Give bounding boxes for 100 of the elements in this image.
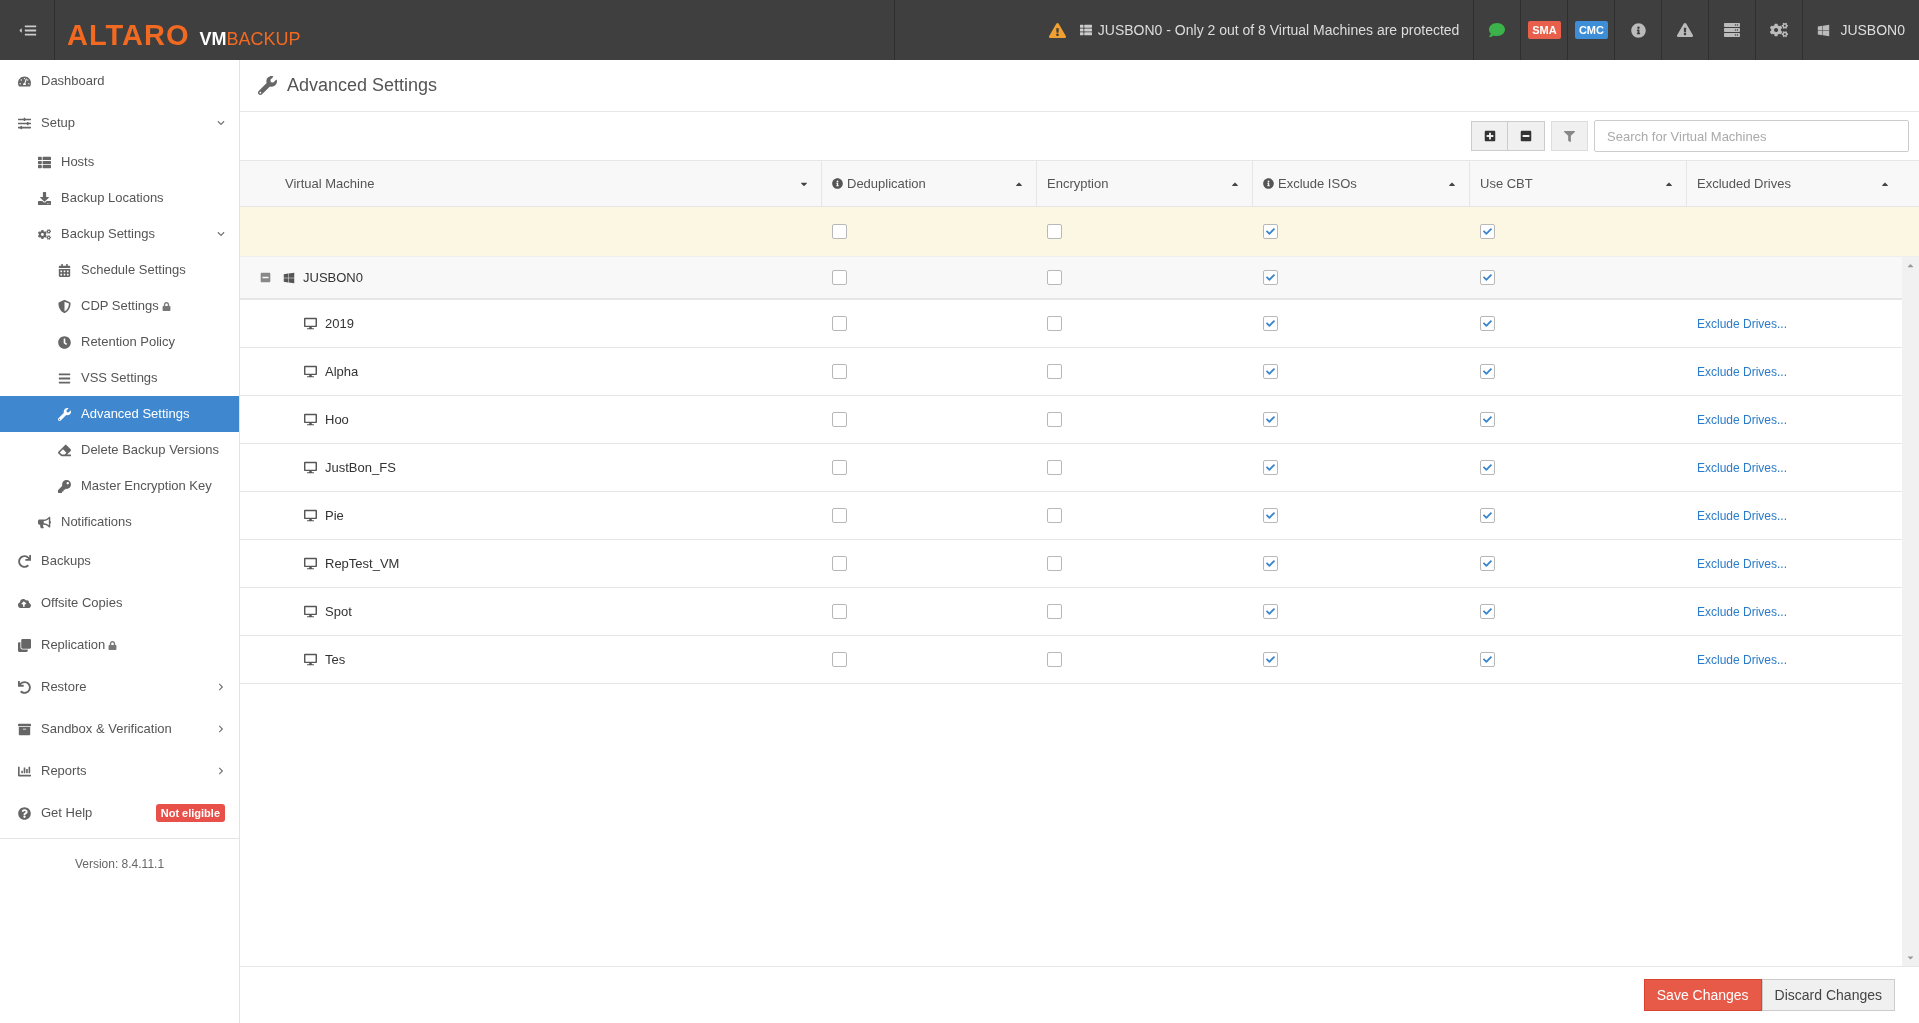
sidebar-item[interactable]: Replication: [0, 624, 239, 666]
checkbox[interactable]: [1480, 556, 1495, 571]
scroll-up-icon[interactable]: [1906, 261, 1915, 270]
sidebar-item[interactable]: Retention Policy: [0, 324, 239, 360]
checkbox[interactable]: [1480, 460, 1495, 475]
exclude-drives-link[interactable]: Exclude Drives...: [1697, 602, 1788, 621]
checkbox[interactable]: [1263, 652, 1278, 667]
checkbox[interactable]: [832, 604, 847, 619]
download-icon: [38, 191, 51, 205]
checkbox[interactable]: [1480, 224, 1495, 239]
column-header[interactable]: Exclude ISOs: [1253, 161, 1470, 206]
user-button[interactable]: JUSBON0: [1802, 0, 1919, 60]
save-button[interactable]: Save Changes: [1643, 979, 1762, 1011]
collapse-icon[interactable]: [260, 272, 271, 283]
discard-button[interactable]: Discard Changes: [1761, 979, 1895, 1011]
exclude-drives-link[interactable]: Exclude Drives...: [1697, 410, 1788, 429]
page-title: Advanced Settings: [287, 74, 438, 97]
checkbox[interactable]: [1047, 460, 1062, 475]
checkbox[interactable]: [1263, 412, 1278, 427]
sidebar-item[interactable]: Get Help Not eligible: [0, 792, 239, 834]
check-icon: [1266, 227, 1275, 236]
checkbox[interactable]: [1263, 316, 1278, 331]
checkbox[interactable]: [1047, 556, 1062, 571]
sidebar-item[interactable]: Reports: [0, 750, 239, 792]
checkbox[interactable]: [1263, 508, 1278, 523]
sidebar-item[interactable]: VSS Settings: [0, 360, 239, 396]
sidebar-item[interactable]: Restore: [0, 666, 239, 708]
checkbox[interactable]: [832, 508, 847, 523]
checkbox[interactable]: [1263, 556, 1278, 571]
check-icon: [1483, 319, 1492, 328]
sidebar-item[interactable]: Advanced Settings: [0, 396, 239, 432]
info-icon: [1630, 22, 1646, 38]
exclude-drives-link[interactable]: Exclude Drives...: [1697, 314, 1788, 333]
checkbox[interactable]: [1047, 412, 1062, 427]
checkbox[interactable]: [832, 316, 847, 331]
checkbox[interactable]: [832, 364, 847, 379]
checkbox[interactable]: [1047, 604, 1062, 619]
sidebar-item[interactable]: Delete Backup Versions: [0, 432, 239, 468]
column-header[interactable]: Deduplication: [822, 161, 1037, 206]
checkbox[interactable]: [1263, 270, 1278, 285]
checkbox[interactable]: [1480, 652, 1495, 667]
alert-message[interactable]: JUSBON0 - Only 2 out of 8 Virtual Machines are protected: [1097, 19, 1460, 41]
column-header[interactable]: Excluded Drives: [1687, 161, 1902, 206]
checkbox[interactable]: [1047, 652, 1062, 667]
sidebar-item[interactable]: Backup Locations: [0, 180, 239, 216]
checkbox[interactable]: [832, 460, 847, 475]
checkbox[interactable]: [1047, 316, 1062, 331]
sidebar-item[interactable]: CDP Settings: [0, 288, 239, 324]
wrench-icon: [258, 76, 277, 95]
search-field[interactable]: Search for Virtual Machines: [1594, 120, 1909, 152]
sidebar-item[interactable]: Schedule Settings: [0, 252, 239, 288]
exclude-drives-link[interactable]: Exclude Drives...: [1697, 506, 1788, 525]
checkbox[interactable]: [832, 412, 847, 427]
check-icon: [1266, 559, 1275, 568]
checkbox[interactable]: [832, 652, 847, 667]
checkbox[interactable]: [1480, 412, 1495, 427]
undo-icon: [18, 680, 31, 694]
dashboard-icon: [18, 74, 31, 88]
bar-chart-icon: [18, 764, 31, 778]
sidebar-item[interactable]: Sandbox & Verification: [0, 708, 239, 750]
checkbox[interactable]: [1480, 364, 1495, 379]
checkbox[interactable]: [832, 224, 847, 239]
exclude-drives-link[interactable]: Exclude Drives...: [1697, 458, 1788, 477]
check-icon: [1266, 463, 1275, 472]
checkbox[interactable]: [1263, 604, 1278, 619]
sidebar-item[interactable]: Offsite Copies: [0, 582, 239, 624]
checkbox[interactable]: [1480, 270, 1495, 285]
checkbox[interactable]: [832, 556, 847, 571]
host-row[interactable]: JUSBON0: [240, 257, 1902, 300]
scroll-down-icon[interactable]: [1906, 953, 1915, 962]
collapse-all-button[interactable]: [1508, 121, 1545, 151]
column-header[interactable]: Virtual Machine: [240, 161, 822, 206]
sidebar-item[interactable]: Dashboard: [0, 60, 239, 102]
checkbox[interactable]: [1263, 224, 1278, 239]
sidebar-item[interactable]: Hosts: [0, 144, 239, 180]
filter-button[interactable]: [1551, 121, 1588, 151]
sidebar-item[interactable]: Backup Settings: [0, 216, 239, 252]
sidebar-item[interactable]: Setup: [0, 102, 239, 144]
scrollbar[interactable]: [1902, 257, 1919, 966]
expand-all-button[interactable]: [1471, 121, 1508, 151]
exclude-drives-link[interactable]: Exclude Drives...: [1697, 554, 1788, 573]
check-icon: [1483, 415, 1492, 424]
sidebar-item[interactable]: Backups: [0, 540, 239, 582]
checkbox[interactable]: [1047, 224, 1062, 239]
checkbox[interactable]: [1480, 604, 1495, 619]
checkbox[interactable]: [1047, 508, 1062, 523]
sidebar-item[interactable]: Notifications: [0, 504, 239, 540]
windows-icon: [1817, 23, 1831, 37]
exclude-drives-link[interactable]: Exclude Drives...: [1697, 650, 1788, 669]
checkbox[interactable]: [1047, 270, 1062, 285]
checkbox[interactable]: [1263, 460, 1278, 475]
column-header[interactable]: Encryption: [1037, 161, 1253, 206]
column-header[interactable]: Use CBT: [1470, 161, 1687, 206]
checkbox[interactable]: [1047, 364, 1062, 379]
exclude-drives-link[interactable]: Exclude Drives...: [1697, 362, 1788, 381]
checkbox[interactable]: [1480, 316, 1495, 331]
checkbox[interactable]: [1263, 364, 1278, 379]
sidebar-item[interactable]: Master Encryption Key: [0, 468, 239, 504]
checkbox[interactable]: [832, 270, 847, 285]
checkbox[interactable]: [1480, 508, 1495, 523]
